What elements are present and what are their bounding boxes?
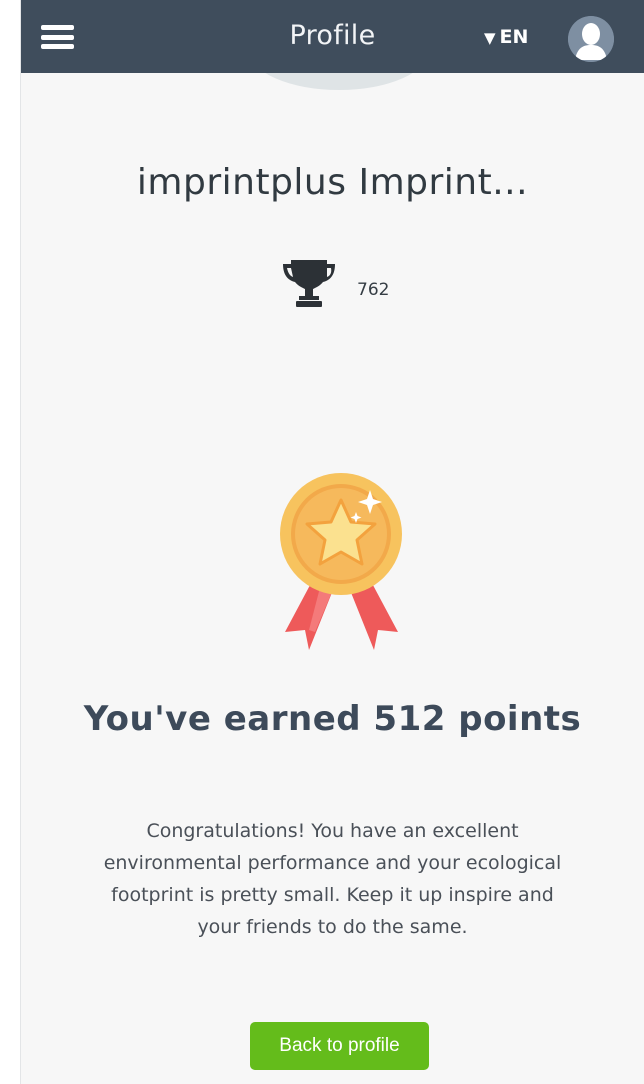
page-title: Profile <box>289 20 376 51</box>
trophy-score: 762 <box>357 280 390 300</box>
profile-name: imprintplus Imprint... <box>136 162 529 203</box>
language-selector[interactable]: ▼ EN <box>484 26 528 48</box>
top-bar: Profile ▼ EN <box>21 0 644 73</box>
left-gutter <box>0 0 21 1084</box>
trophy-icon <box>279 258 339 308</box>
language-label: EN <box>499 26 529 48</box>
medal-icon <box>279 472 404 656</box>
caret-down-icon: ▼ <box>484 29 496 47</box>
congratulations-message: Congratulations! You have an excellent e… <box>103 820 562 938</box>
user-avatar-icon[interactable] <box>568 16 614 62</box>
back-to-profile-button[interactable]: Back to profile <box>250 1022 429 1070</box>
points-headline: You've earned 512 points <box>83 699 582 739</box>
profile-screen: Profile ▼EN imprintplus Imprint... 762 <box>21 0 644 1084</box>
